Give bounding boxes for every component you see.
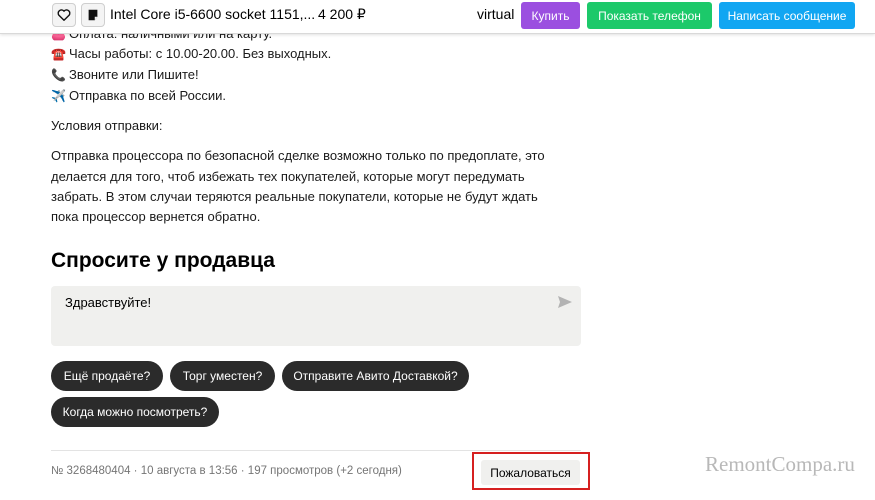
telephone-icon: ☎️ [51, 47, 66, 61]
quick-question-chip[interactable]: Отправите Авито Доставкой? [282, 361, 469, 391]
show-phone-button[interactable]: Показать телефон [587, 2, 712, 29]
description-line: 📞 Звоните или Пишите! [51, 64, 199, 86]
airplane-icon: ✈️ [51, 89, 66, 103]
quick-question-chip[interactable]: Когда можно посмотреть? [51, 397, 219, 427]
message-text[interactable]: Здравствуйте! [65, 295, 151, 310]
watermark: RemontCompa.ru [705, 452, 855, 476]
shipping-heading: Условия отправки: [51, 118, 163, 133]
note-icon[interactable] [81, 3, 105, 27]
send-icon[interactable] [557, 294, 573, 310]
write-message-button[interactable]: Написать сообщение [719, 2, 855, 29]
ask-seller-title: Спросите у продавца [51, 249, 275, 272]
listing-meta: № 3268480404 · 10 августа в 13:56 · 197 … [51, 465, 402, 477]
description-line: ✈️ Отправка по всей России. [51, 85, 226, 107]
favorite-heart-icon[interactable] [52, 3, 76, 27]
highlight-frame [472, 452, 590, 490]
description-line: ☎️ Часы работы: с 10.00-20.00. Без выходн… [51, 43, 331, 65]
message-input[interactable]: Здравствуйте! [51, 286, 581, 346]
divider [51, 450, 581, 451]
shipping-text-line: Отправка процессора по безопасной сделке… [51, 148, 545, 163]
phone-receiver-icon: 📞 [51, 68, 66, 82]
quick-question-chip[interactable]: Торг уместен? [170, 361, 275, 391]
buy-button[interactable]: Купить [521, 2, 580, 29]
shipping-text-line: забрать. В этом случаи теряются реальные… [51, 189, 538, 204]
listing-title: Intel Core i5-6600 socket 1151,... [110, 6, 316, 22]
shipping-text-line: пока процессор вернется обратно. [51, 209, 261, 224]
quick-question-chip[interactable]: Ещё продаёте? [51, 361, 163, 391]
seller-name[interactable]: virtual [477, 6, 514, 22]
sticky-header: Intel Core i5-6600 socket 1151,... 4 200… [0, 0, 875, 34]
shipping-text-line: делается для того, чтоб избежать тех пок… [51, 169, 525, 184]
listing-price: 4 200 ₽ [318, 6, 366, 22]
